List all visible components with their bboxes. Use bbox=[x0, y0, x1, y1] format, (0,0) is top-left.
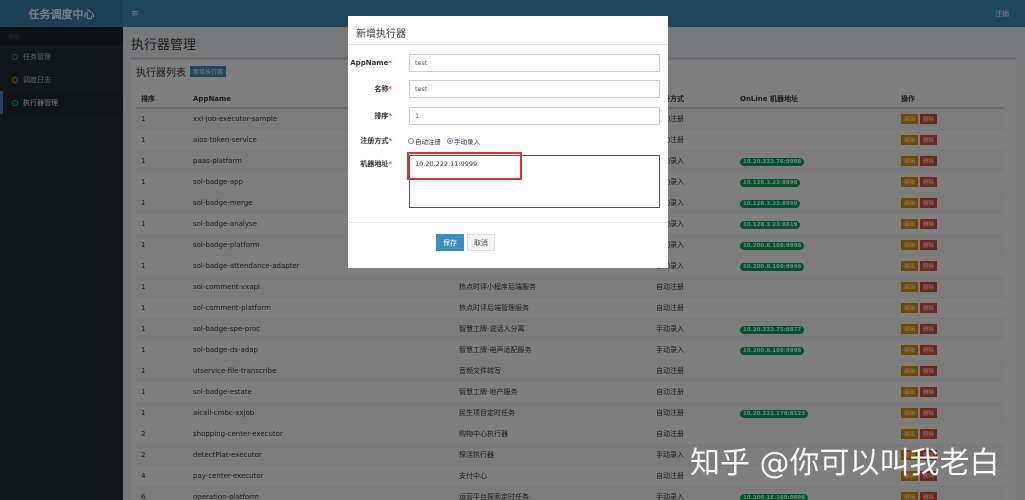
order-input[interactable]: 1 bbox=[409, 107, 660, 125]
radio-icon bbox=[408, 138, 414, 144]
name-input[interactable]: test bbox=[409, 80, 660, 98]
watermark-text: 知乎 @你可以叫我老白 bbox=[690, 446, 1000, 481]
reg-row: 注册方式* 自动注册 手动录入 bbox=[348, 134, 486, 148]
radio-manual-entry[interactable]: 手动录入 bbox=[447, 136, 480, 146]
order-label: 排序* bbox=[374, 112, 392, 120]
addr-label: 机器地址* bbox=[360, 160, 392, 168]
name-label: 名称* bbox=[374, 85, 392, 93]
appname-input[interactable]: test bbox=[409, 54, 660, 72]
radio-label: 手动录入 bbox=[454, 138, 480, 146]
save-button[interactable]: 保存 bbox=[436, 234, 464, 251]
reg-label: 注册方式* bbox=[360, 137, 392, 145]
radio-label: 自动注册 bbox=[415, 138, 441, 146]
divider bbox=[348, 44, 668, 45]
appname-row: AppName* bbox=[348, 54, 408, 72]
modal-title: 新增执行器 bbox=[356, 29, 406, 40]
appname-label: AppName* bbox=[350, 59, 392, 67]
radio-auto-register[interactable]: 自动注册 bbox=[408, 136, 441, 146]
add-executor-modal: 新增执行器 AppName* test 名称* test 排序* 1 注册方式*… bbox=[348, 16, 668, 268]
name-row: 名称* bbox=[348, 80, 408, 98]
cancel-button[interactable]: 取消 bbox=[467, 234, 495, 251]
radio-checked-icon bbox=[447, 138, 453, 144]
order-row: 排序* bbox=[348, 107, 408, 125]
divider bbox=[348, 222, 668, 223]
highlight-annotation bbox=[407, 152, 522, 180]
addr-row: 机器地址* bbox=[348, 157, 408, 171]
